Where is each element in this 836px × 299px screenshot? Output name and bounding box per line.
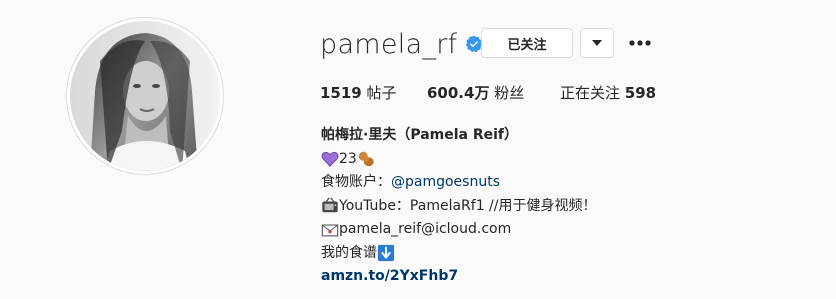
avatar[interactable]	[70, 21, 220, 171]
followers-count: 600.4万	[427, 84, 490, 102]
following-button[interactable]: 已关注	[481, 28, 573, 58]
youtube-text: YouTube：PamelaRf1 //用于健身视频！	[339, 197, 597, 214]
followers-stat[interactable]: 600.4万 粉丝	[427, 82, 524, 103]
following-stat[interactable]: 正在关注 598	[560, 82, 656, 103]
following-label: 正在关注	[560, 84, 621, 102]
food-label: 食物账户：	[321, 174, 391, 190]
purple-heart-icon	[321, 150, 339, 168]
more-options-button[interactable]	[627, 31, 653, 55]
bio-food-line: 食物账户： @pamgoesnuts	[321, 171, 597, 195]
bio-youtube-line: YouTube：PamelaRf1 //用于健身视频！	[321, 195, 597, 219]
bio-email-line: pamela_reif@icloud.com	[321, 218, 597, 242]
bio: 帕梅拉·里夫（Pamela Reif） 23 食物账户： @pamgoesnut…	[321, 124, 597, 289]
more-options-icon	[629, 40, 651, 46]
profile-header: pamela_rf	[320, 27, 483, 61]
bio-age-line: 23	[321, 148, 597, 172]
email-text: pamela_reif@icloud.com	[339, 221, 512, 237]
recipes-text: 我的食谱	[321, 244, 377, 261]
posts-count: 1519	[320, 84, 362, 102]
followers-label: 粉丝	[494, 84, 525, 102]
bio-recipes-line: 我的食谱	[321, 242, 597, 266]
down-arrow-icon	[377, 244, 395, 262]
television-icon	[321, 197, 339, 215]
peanut-icon	[357, 150, 375, 168]
chevron-down-icon	[592, 40, 602, 46]
posts-label: 帖子	[366, 84, 397, 102]
full-name: 帕梅拉·里夫（Pamela Reif）	[321, 127, 519, 143]
avatar-ring[interactable]	[66, 17, 224, 175]
age-text: 23	[339, 150, 357, 167]
username: pamela_rf	[320, 28, 458, 60]
following-count: 598	[624, 84, 657, 102]
external-link[interactable]: amzn.to/2YxFhb7	[321, 265, 458, 289]
suggested-dropdown-button[interactable]	[580, 28, 614, 58]
posts-stat: 1519 帖子	[320, 82, 397, 103]
envelope-icon	[321, 221, 339, 239]
food-mention-link[interactable]: @pamgoesnuts	[391, 171, 500, 195]
